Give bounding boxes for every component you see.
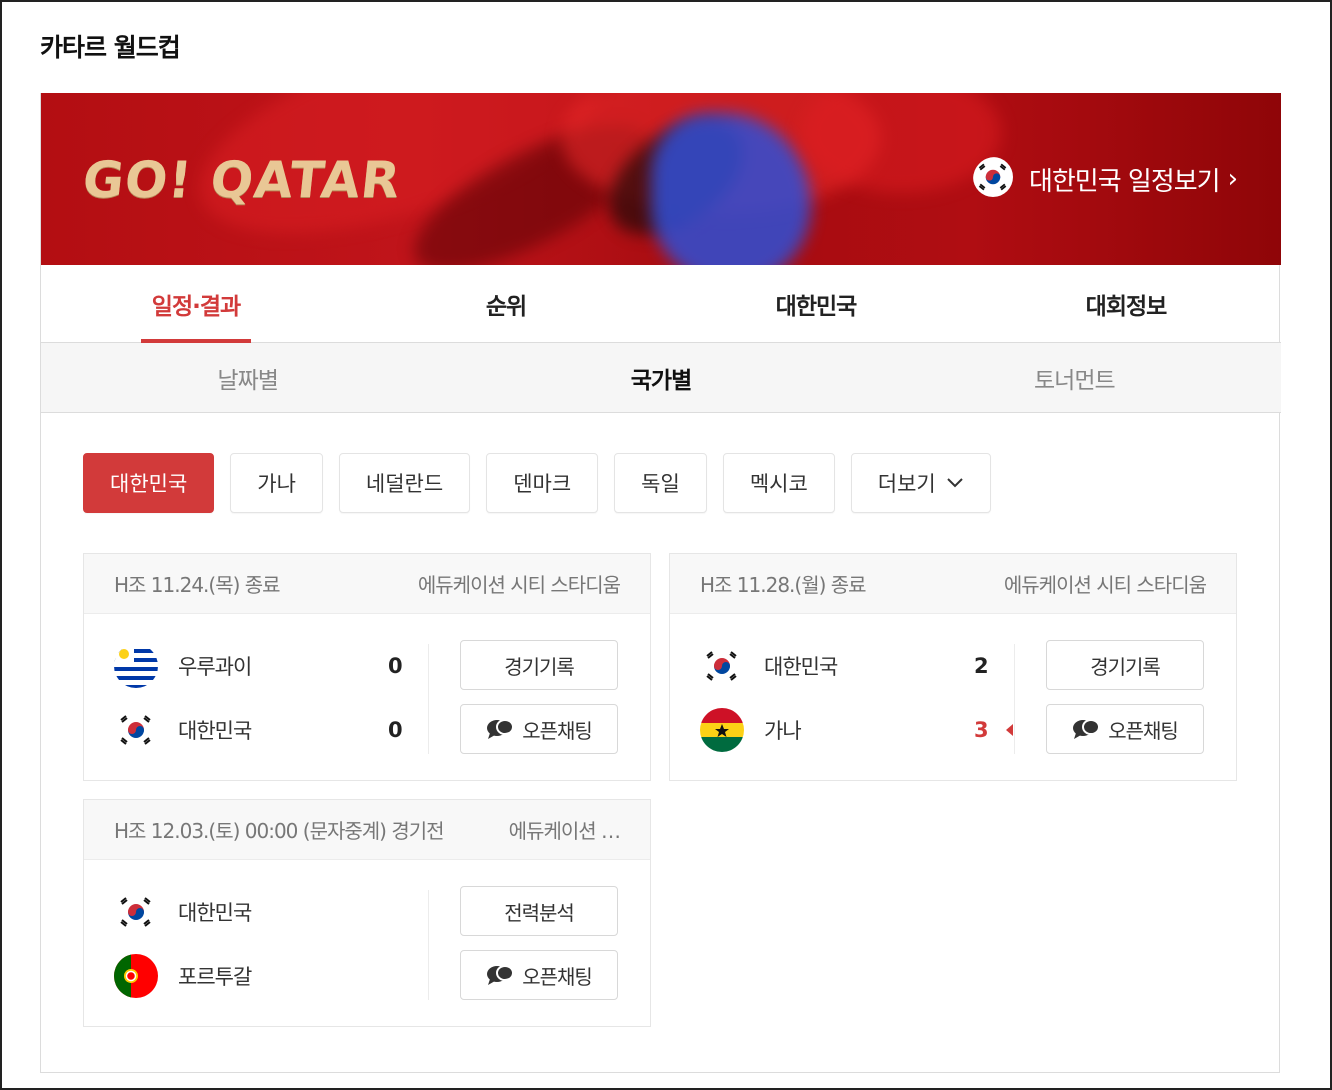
winner-marker-icon [1006,724,1013,736]
team-row: 대한민국 [114,890,414,934]
match-info: H조 11.28.(월) 종료 [700,573,867,597]
team-name: 대한민국 [178,901,252,925]
match-venue: 에듀케이션 시티 스타디움 [417,573,621,597]
tab-korea[interactable]: 대한민국 [661,265,971,342]
team-name: 우루과이 [178,655,252,679]
team-score: 0 [388,654,403,678]
team-name: 포르투갈 [178,965,252,989]
open-chat-button[interactable]: 오픈채팅 [460,704,618,754]
match-info: H조 12.03.(토) 00:00 (문자중계) 경기전 [114,819,445,843]
team-name: 대한민국 [764,655,838,679]
team-row: 대한민국 0 [114,708,414,752]
worldcup-widget: GO! QATAR 대한민국 일정보기 › 일정·결과 순위 대한민국 대회정보… [40,93,1281,1073]
subtab-tournament[interactable]: 토너먼트 [868,343,1281,412]
subtab-by-date[interactable]: 날짜별 [41,343,454,412]
team-score: 3 [974,718,989,742]
chat-icon [486,964,515,986]
korea-flag-icon [114,890,158,934]
more-countries-label: 더보기 [877,472,936,496]
match-card: H조 12.03.(토) 00:00 (문자중계) 경기전 에듀케이션 … 대한… [83,799,651,1027]
korea-schedule-link-label: 대한민국 일정보기 [1028,166,1221,197]
country-chip-germany[interactable]: 독일 [614,453,707,513]
ghana-flag-icon [700,708,744,752]
open-chat-label: 오픈채팅 [522,718,593,743]
team-score: 0 [388,718,403,742]
match-info: H조 11.24.(목) 종료 [114,573,281,597]
divider [428,644,429,754]
country-chip-ghana[interactable]: 가나 [230,453,323,513]
match-venue: 에듀케이션 시티 스타디움 [1003,573,1207,597]
main-tabs: 일정·결과 순위 대한민국 대회정보 [41,265,1281,343]
team-row: 대한민국 2 [700,644,1000,688]
team-row: 가나 3 [700,708,1013,752]
chevron-right-icon: › [1227,164,1238,194]
korea-schedule-link[interactable]: 대한민국 일정보기 › [972,157,1238,201]
match-header: H조 11.28.(월) 종료 에듀케이션 시티 스타디움 [670,554,1236,614]
uruguay-flag-icon [114,644,158,688]
open-chat-label: 오픈채팅 [522,964,593,989]
match-body: 대한민국 2 가나 3 경기기록 오픈채팅 [670,614,1236,782]
tab-schedule-results[interactable]: 일정·결과 [41,265,351,343]
chat-icon [1072,718,1101,740]
match-body: 우루과이 0 대한민국 0 경기기록 오픈채팅 [84,614,650,782]
match-card: H조 11.28.(월) 종료 에듀케이션 시티 스타디움 대한민국 2 가나 … [669,553,1237,781]
go-qatar-logo: GO! QATAR [79,151,404,209]
country-filter: 대한민국 가나 네덜란드 덴마크 독일 멕시코 더보기 [83,453,991,513]
match-header: H조 11.24.(목) 종료 에듀케이션 시티 스타디움 [84,554,650,614]
sub-tabs: 날짜별 국가별 토너먼트 [41,343,1281,413]
match-body: 대한민국 포르투갈 전력분석 오픈채팅 [84,860,650,1028]
chat-icon [486,718,515,740]
country-chip-korea[interactable]: 대한민국 [83,453,215,513]
divider [1014,644,1015,754]
korea-flag-icon [114,708,158,752]
country-chip-netherlands[interactable]: 네덜란드 [338,453,471,513]
tab-standings[interactable]: 순위 [351,265,661,342]
team-name: 가나 [764,719,802,743]
page-title: 카타르 월드컵 [40,33,181,62]
match-record-button[interactable]: 경기기록 [460,640,618,690]
country-chip-mexico[interactable]: 멕시코 [722,453,835,513]
chevron-down-icon [946,474,964,493]
portugal-flag-icon [114,954,158,998]
team-name: 대한민국 [178,719,252,743]
team-analysis-button[interactable]: 전력분석 [460,886,618,936]
team-score: 2 [974,654,989,678]
match-record-button[interactable]: 경기기록 [1046,640,1204,690]
match-card: H조 11.24.(목) 종료 에듀케이션 시티 스타디움 우루과이 0 대한민… [83,553,651,781]
open-chat-button[interactable]: 오픈채팅 [1046,704,1204,754]
subtab-by-country[interactable]: 국가별 [454,343,867,412]
open-chat-button[interactable]: 오픈채팅 [460,950,618,1000]
team-row: 우루과이 0 [114,644,414,688]
korea-flag-icon [972,157,1017,201]
open-chat-label: 오픈채팅 [1108,718,1179,743]
tab-tournament-info[interactable]: 대회정보 [971,265,1281,342]
match-header: H조 12.03.(토) 00:00 (문자중계) 경기전 에듀케이션 … [84,800,650,860]
country-chip-denmark[interactable]: 덴마크 [486,453,599,513]
match-venue: 에듀케이션 … [508,819,621,843]
team-row: 포르투갈 [114,954,414,998]
banner: GO! QATAR 대한민국 일정보기 › [41,93,1281,265]
korea-flag-icon [700,644,744,688]
divider [428,890,429,1000]
more-countries-button[interactable]: 더보기 [850,453,991,513]
